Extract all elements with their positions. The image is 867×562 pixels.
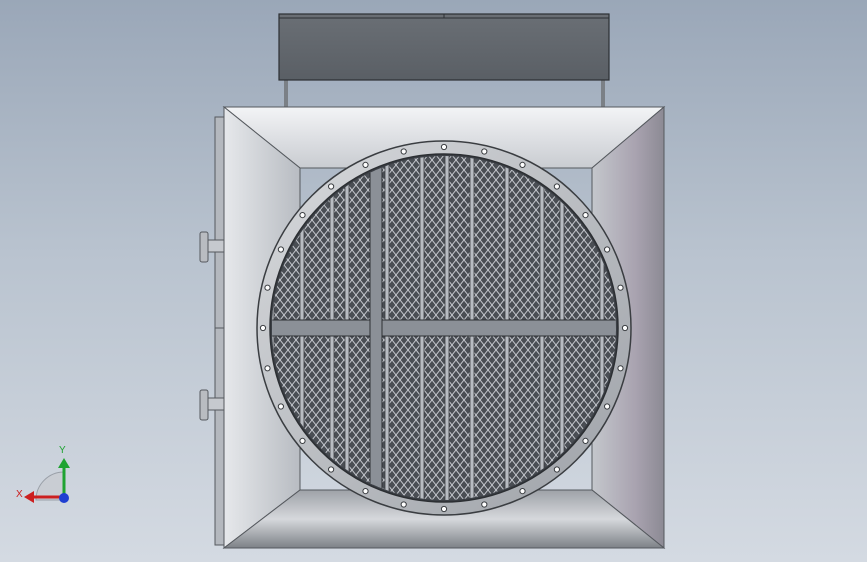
coordinate-triad: X Y	[16, 445, 70, 503]
flange-bolt	[519, 161, 526, 168]
flange-bolt	[604, 246, 611, 253]
vertical-support-bar	[369, 159, 383, 500]
flange-bolt	[362, 488, 369, 495]
y-axis-arrow	[58, 458, 70, 468]
flange-bolt	[299, 437, 306, 444]
flange-bolt	[604, 403, 611, 410]
flange-bolt	[582, 212, 589, 219]
flange-bolt	[519, 488, 526, 495]
flange-bolt	[617, 284, 624, 291]
y-axis-label: Y	[59, 445, 66, 456]
flange-bolt	[481, 148, 488, 155]
flange-bolt	[264, 284, 271, 291]
flange-bolt	[582, 437, 589, 444]
flange-bolt	[328, 183, 335, 190]
flange-bolt	[553, 183, 561, 190]
z-axis-dot	[59, 493, 69, 503]
flange-bolt	[362, 161, 369, 168]
horizontal-support-bar	[272, 319, 616, 337]
3d-viewport[interactable]: X Y	[0, 0, 867, 562]
flange-bolt	[553, 466, 561, 473]
x-axis-arrow	[24, 491, 34, 503]
flange-bolt	[277, 403, 284, 410]
flange-bolt	[328, 466, 335, 473]
flange-bolt	[299, 212, 306, 219]
flange-bolt	[400, 501, 407, 508]
terminal-box	[278, 13, 610, 108]
flange-bolt	[621, 324, 629, 332]
flange-bolt	[264, 365, 271, 372]
flange-bolt	[259, 324, 267, 332]
flange-bolt	[440, 143, 448, 151]
x-axis-label: X	[16, 489, 23, 500]
flange-bolt	[617, 365, 624, 372]
flange-bolt	[400, 148, 407, 155]
flange-bolt	[440, 505, 448, 513]
flange-bolt	[277, 246, 284, 253]
flange-bolt	[481, 501, 488, 508]
